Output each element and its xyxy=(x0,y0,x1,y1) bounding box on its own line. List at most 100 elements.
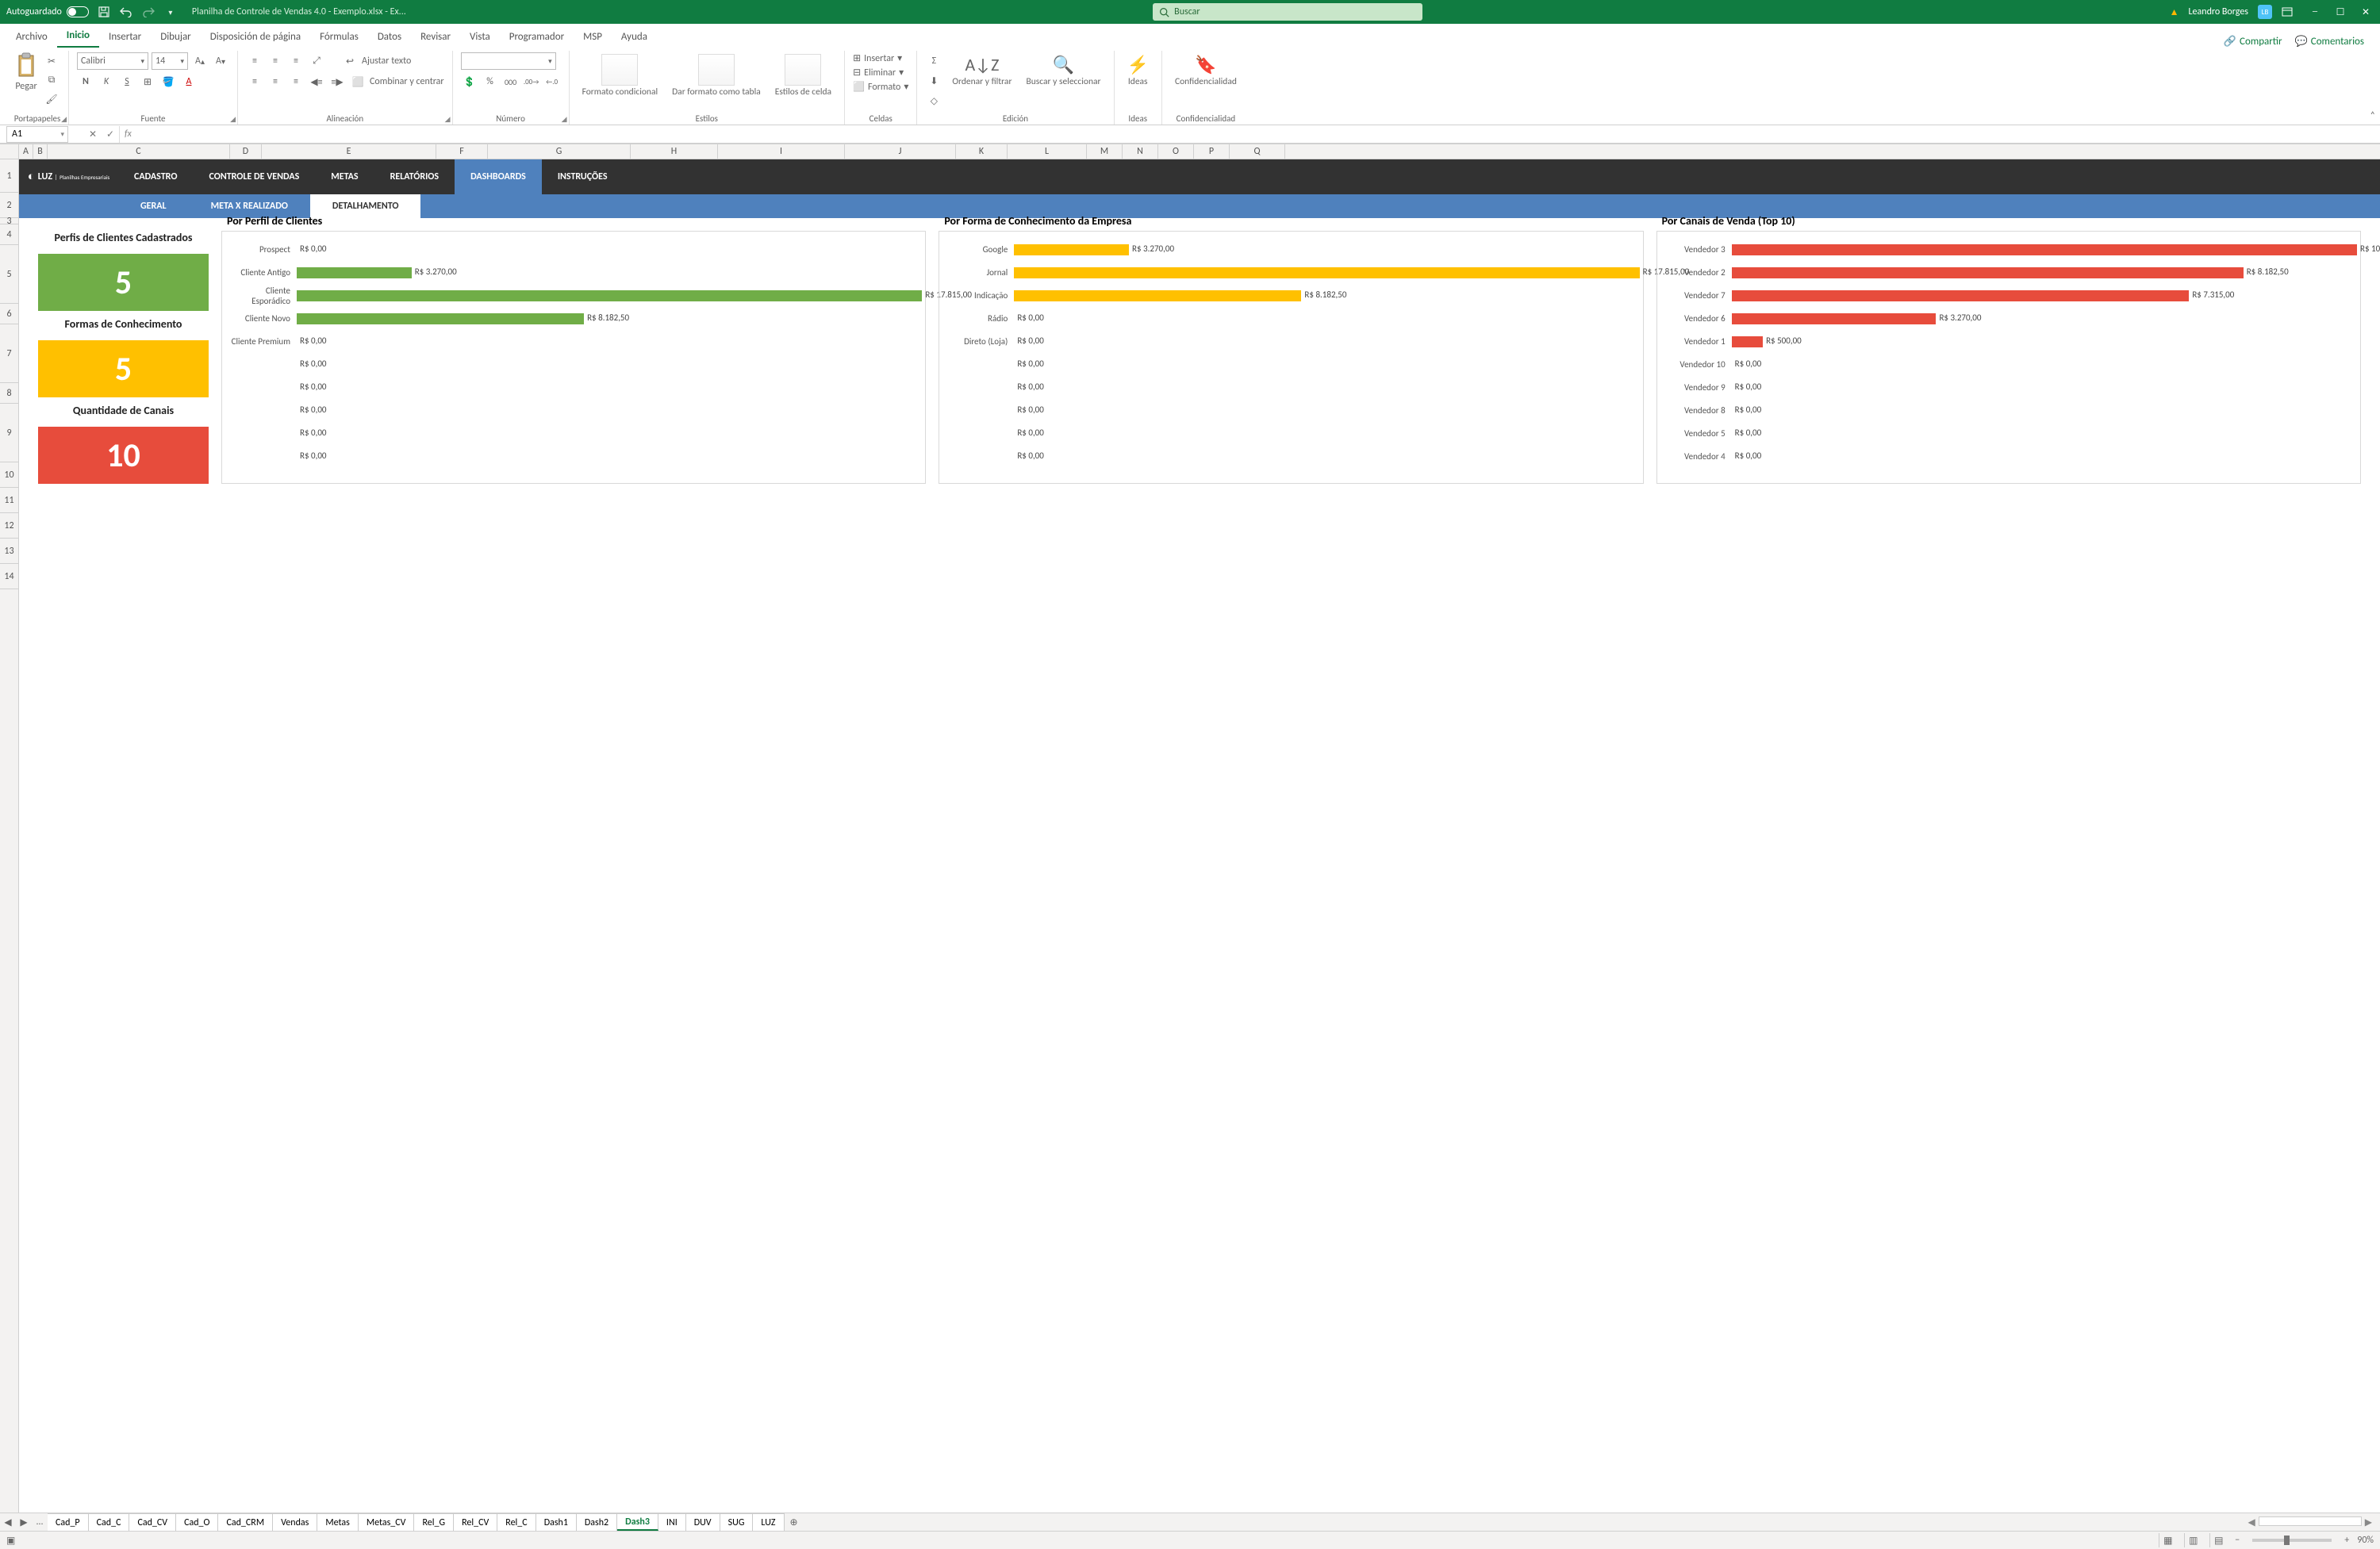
currency-icon[interactable]: 💲 xyxy=(461,73,478,90)
tab-formulas[interactable]: Fórmulas xyxy=(310,26,368,48)
insert-cells-button[interactable]: ⊞ Insertar ▾ xyxy=(853,52,908,64)
col-header[interactable]: K xyxy=(956,144,1008,159)
tab-disposicion[interactable]: Disposición de página xyxy=(201,26,310,48)
col-header[interactable]: F xyxy=(436,144,488,159)
row-header[interactable]: 12 xyxy=(0,513,18,539)
sheet-tab[interactable]: Cad_C xyxy=(89,1513,130,1531)
row-header[interactable]: 11 xyxy=(0,488,18,513)
sheet-tab[interactable]: Cad_CV xyxy=(129,1513,176,1531)
col-header[interactable]: C xyxy=(48,144,230,159)
nav-relatorios[interactable]: RELATÓRIOS xyxy=(374,159,455,194)
user-avatar[interactable]: LB xyxy=(2258,5,2272,19)
nav-controle[interactable]: CONTROLE DE VENDAS xyxy=(193,159,315,194)
scroll-left-icon[interactable]: ◀ xyxy=(2248,1516,2255,1528)
tab-datos[interactable]: Datos xyxy=(368,26,411,48)
cell-styles-button[interactable]: Estilos de celda xyxy=(770,52,836,99)
align-right-icon[interactable]: ≡ xyxy=(287,73,305,90)
zoom-out-icon[interactable]: − xyxy=(2235,1535,2240,1546)
sheet-tab[interactable]: Dash1 xyxy=(536,1513,577,1531)
ideas-button[interactable]: ⚡Ideas xyxy=(1123,52,1154,89)
row-header[interactable]: 14 xyxy=(0,564,18,589)
zoom-in-icon[interactable]: + xyxy=(2344,1535,2349,1546)
delete-cells-button[interactable]: ⊟ Eliminar ▾ xyxy=(853,67,908,79)
wrap-text-button[interactable]: ↩ xyxy=(341,52,359,70)
dialog-launcher-icon[interactable]: ◢ xyxy=(230,115,236,124)
share-button[interactable]: 🔗 Compartir xyxy=(2224,36,2282,48)
normal-view-icon[interactable]: ▦ xyxy=(2159,1533,2176,1547)
minimize-button[interactable]: ─ xyxy=(2307,6,2323,17)
cut-icon[interactable]: ✂ xyxy=(43,52,60,70)
sheet-tab[interactable]: Rel_CV xyxy=(454,1513,497,1531)
sheet-tab[interactable]: Metas_CV xyxy=(359,1513,415,1531)
align-top-icon[interactable]: ≡ xyxy=(246,52,263,70)
row-header[interactable]: 7 xyxy=(0,324,18,383)
maximize-button[interactable]: ☐ xyxy=(2332,6,2348,18)
bold-button[interactable]: N xyxy=(77,73,94,90)
font-name-select[interactable]: Calibri▾ xyxy=(77,52,148,70)
increase-font-icon[interactable]: A▴ xyxy=(191,52,209,70)
row-header[interactable]: 3 xyxy=(0,218,18,224)
dialog-launcher-icon[interactable]: ◢ xyxy=(562,115,567,124)
col-header[interactable]: G xyxy=(488,144,631,159)
tab-archivo[interactable]: Archivo xyxy=(6,26,57,48)
col-header[interactable]: N xyxy=(1123,144,1158,159)
clear-icon[interactable]: ◇ xyxy=(925,92,942,109)
col-header[interactable]: B xyxy=(33,144,48,159)
user-name[interactable]: Leandro Borges xyxy=(2189,6,2249,17)
tab-inicio[interactable]: Inicio xyxy=(57,25,99,48)
orientation-icon[interactable]: ⤢ xyxy=(308,52,325,70)
decrease-indent-icon[interactable]: ◀≡ xyxy=(308,73,325,90)
tab-programador[interactable]: Programador xyxy=(500,26,574,48)
thousands-icon[interactable]: 000 xyxy=(502,73,520,90)
dialog-launcher-icon[interactable]: ◢ xyxy=(445,115,451,124)
tab-vista[interactable]: Vista xyxy=(460,26,500,48)
cancel-icon[interactable]: ✕ xyxy=(84,128,102,140)
row-header[interactable]: 5 xyxy=(0,245,18,304)
col-header[interactable]: O xyxy=(1158,144,1194,159)
find-select-button[interactable]: 🔍Buscar y seleccionar xyxy=(1021,52,1105,89)
warning-icon[interactable]: ▲ xyxy=(2170,6,2179,18)
conditional-format-button[interactable]: Formato condicional xyxy=(578,52,663,99)
sheet-tab[interactable]: Cad_P xyxy=(48,1513,89,1531)
col-header[interactable]: I xyxy=(718,144,845,159)
sheet-tab[interactable]: LUZ xyxy=(753,1513,784,1531)
sheet-tab[interactable]: Rel_C xyxy=(497,1513,536,1531)
zoom-slider[interactable] xyxy=(2252,1539,2332,1542)
tab-msp[interactable]: MSP xyxy=(574,26,612,48)
sheet-prev-icon[interactable]: ◀ xyxy=(0,1516,16,1528)
zoom-value[interactable]: 90% xyxy=(2357,1535,2374,1546)
tab-insertar[interactable]: Insertar xyxy=(99,26,151,48)
align-left-icon[interactable]: ≡ xyxy=(246,73,263,90)
undo-icon[interactable] xyxy=(119,5,133,19)
comments-button[interactable]: 💬 Comentarios xyxy=(2295,36,2364,48)
redo-icon[interactable] xyxy=(141,5,155,19)
search-input[interactable]: Buscar xyxy=(1153,3,1422,21)
format-painter-icon[interactable]: 🖌 xyxy=(43,90,60,108)
page-break-view-icon[interactable]: ▤ xyxy=(2209,1533,2227,1547)
sheet-tab[interactable]: Cad_O xyxy=(176,1513,218,1531)
autosave-toggle[interactable]: Autoguardado xyxy=(6,6,89,17)
format-cells-button[interactable]: ⬜ Formato ▾ xyxy=(853,81,908,93)
nav-instrucoes[interactable]: INSTRUÇÕES xyxy=(542,159,624,194)
sheet-tab[interactable]: Vendas xyxy=(273,1513,317,1531)
formula-input[interactable]: fx xyxy=(119,126,2380,143)
copy-icon[interactable]: ⧉ xyxy=(43,71,60,89)
col-header[interactable]: P xyxy=(1194,144,1230,159)
row-header[interactable]: 6 xyxy=(0,304,18,324)
borders-icon[interactable]: ⊞ xyxy=(139,73,156,90)
subnav-geral[interactable]: GERAL xyxy=(118,194,189,218)
sheet-next-icon[interactable]: ▶ xyxy=(16,1516,32,1528)
sheet-tab[interactable]: Cad_CRM xyxy=(218,1513,273,1531)
paste-button[interactable]: Pegar xyxy=(14,52,38,92)
sheet-ellipsis-icon[interactable]: … xyxy=(32,1516,48,1528)
macro-record-icon[interactable]: ▣ xyxy=(6,1535,15,1547)
col-header[interactable]: H xyxy=(631,144,718,159)
percent-icon[interactable]: % xyxy=(482,73,499,90)
increase-decimal-icon[interactable]: .00→ xyxy=(523,73,540,90)
col-header[interactable]: L xyxy=(1008,144,1087,159)
align-bottom-icon[interactable]: ≡ xyxy=(287,52,305,70)
fill-color-icon[interactable]: 🪣 xyxy=(159,73,177,90)
sort-filter-button[interactable]: A↓ZOrdenar y filtrar xyxy=(947,52,1016,89)
save-icon[interactable] xyxy=(97,5,111,19)
col-header[interactable]: D xyxy=(230,144,262,159)
